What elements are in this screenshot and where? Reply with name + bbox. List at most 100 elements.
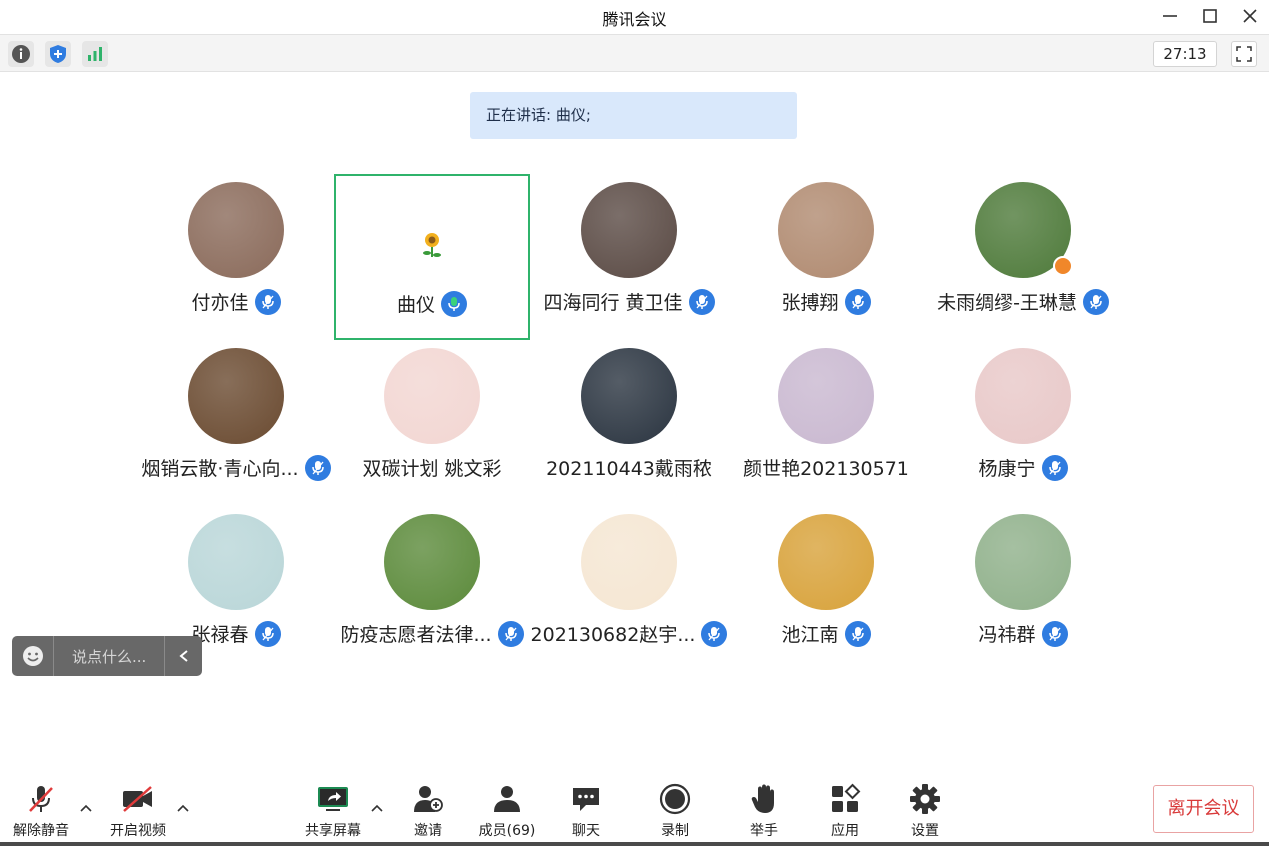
- participant-name: 张搏翔: [781, 292, 839, 314]
- mic-muted-indicator: [844, 288, 871, 315]
- invite-button[interactable]: 邀请: [393, 782, 463, 840]
- shield-icon: [50, 45, 66, 63]
- collapse-chat-button[interactable]: [164, 636, 202, 676]
- participant-tile[interactable]: 池江南: [728, 506, 924, 672]
- minimize-button[interactable]: [1157, 4, 1183, 28]
- mic-icon: [261, 626, 274, 641]
- video-options-caret[interactable]: [175, 800, 191, 816]
- participant-tile[interactable]: 202130682赵宇...: [530, 506, 728, 672]
- audio-options-caret[interactable]: [78, 800, 94, 816]
- mic-icon: [1048, 626, 1061, 641]
- participant-name: 曲仪: [396, 294, 435, 316]
- participant-tile[interactable]: 冯祎群: [925, 506, 1121, 672]
- participant-tile[interactable]: 四海同行 黄卫佳: [531, 174, 727, 340]
- maximize-button[interactable]: [1197, 4, 1223, 28]
- apps-label: 应用: [831, 823, 859, 839]
- share-screen-button[interactable]: 共享屏幕: [298, 782, 368, 840]
- invite-label: 邀请: [414, 823, 442, 839]
- record-button[interactable]: 录制: [640, 782, 710, 840]
- avatar: [188, 348, 284, 444]
- participant-tile[interactable]: 张搏翔: [728, 174, 924, 340]
- mic-muted-indicator: [254, 620, 281, 647]
- avatar: [581, 348, 677, 444]
- avatar: [581, 514, 677, 610]
- participant-tile[interactable]: 未雨绸缪-王琳慧: [925, 174, 1121, 340]
- participant-tile[interactable]: 曲仪: [334, 174, 530, 340]
- add-person-icon: [414, 786, 443, 812]
- network-quality-button[interactable]: [82, 41, 108, 67]
- avatar: [384, 514, 480, 610]
- smile-icon: [22, 646, 43, 666]
- leave-meeting-button[interactable]: 离开会议: [1153, 785, 1254, 833]
- settings-label: 设置: [911, 823, 939, 839]
- close-icon: [1243, 9, 1257, 23]
- avatar: [188, 514, 284, 610]
- chevron-up-icon: [80, 804, 92, 812]
- meeting-info-button[interactable]: [8, 41, 34, 67]
- hand-icon: [751, 784, 774, 813]
- participant-name: 202130682赵宇...: [530, 624, 696, 646]
- participant-name-row: 杨康宁: [895, 454, 1151, 481]
- mic-icon: [1090, 294, 1102, 309]
- chat-placeholder[interactable]: 说点什么...: [54, 646, 164, 667]
- avatar: [188, 182, 284, 278]
- avatar: [778, 182, 874, 278]
- record-label: 录制: [661, 823, 689, 839]
- raise-hand-button[interactable]: 举手: [729, 782, 799, 840]
- emoji-button[interactable]: [12, 636, 54, 676]
- participant-name-row: 冯祎群: [895, 620, 1151, 647]
- mic-muted-indicator: [254, 288, 281, 315]
- chat-label: 聊天: [572, 823, 600, 839]
- avatar: [778, 348, 874, 444]
- settings-button[interactable]: 设置: [890, 782, 960, 840]
- participant-name: 防疫志愿者法律...: [340, 624, 492, 646]
- speaking-indicator: 正在讲话: 曲仪;: [470, 92, 797, 139]
- start-video-label: 开启视频: [110, 823, 166, 839]
- chevron-left-icon: [178, 650, 188, 662]
- participant-name: 烟销云散·青心向...: [141, 458, 299, 480]
- chat-button[interactable]: 聊天: [551, 782, 621, 840]
- minimize-icon: [1163, 15, 1177, 17]
- host-badge: [1053, 256, 1073, 276]
- taskbar-edge: [0, 842, 1269, 846]
- close-button[interactable]: [1237, 4, 1263, 28]
- mic-icon: [261, 294, 274, 309]
- chevron-up-icon: [177, 804, 189, 812]
- share-options-caret[interactable]: [369, 800, 385, 816]
- avatar: [975, 348, 1071, 444]
- info-icon: [12, 45, 30, 63]
- participant-tile[interactable]: 202110443戴雨秾: [531, 340, 727, 506]
- raise-hand-label: 举手: [750, 823, 778, 839]
- members-label: 成员(69): [478, 823, 536, 839]
- participant-tile[interactable]: 付亦佳: [138, 174, 334, 340]
- participant-tile[interactable]: 颜世艳202130571: [728, 340, 924, 506]
- window-title: 腾讯会议: [602, 10, 667, 29]
- unmute-button[interactable]: 解除静音: [6, 782, 76, 840]
- chat-input-bar[interactable]: 说点什么...: [12, 636, 202, 676]
- avatar: [581, 182, 677, 278]
- sunflower-icon: [423, 233, 441, 257]
- apps-icon: [832, 783, 861, 812]
- security-button[interactable]: [45, 41, 71, 67]
- participant-tile[interactable]: 烟销云散·青心向...: [138, 340, 334, 506]
- participant-name: 池江南: [781, 624, 839, 646]
- participant-tile[interactable]: 杨康宁: [925, 340, 1121, 506]
- members-button[interactable]: 成员(69): [472, 782, 542, 840]
- title-bar: 腾讯会议: [0, 0, 1269, 34]
- mic-icon: [851, 294, 864, 309]
- apps-button[interactable]: 应用: [810, 782, 880, 840]
- participant-tile[interactable]: 双碳计划 姚文彩: [334, 340, 530, 506]
- mic-muted-indicator: [844, 620, 871, 647]
- participant-tile[interactable]: 防疫志愿者法律...: [334, 506, 530, 672]
- participant-name: 四海同行 黄卫佳: [543, 292, 683, 314]
- share-screen-icon: [318, 787, 348, 811]
- mic-speaking-indicator: [441, 290, 467, 317]
- start-video-button[interactable]: 开启视频: [103, 782, 173, 840]
- gear-icon: [910, 784, 940, 814]
- video-off-icon: [123, 786, 152, 812]
- unmute-label: 解除静音: [13, 823, 69, 839]
- meeting-toolbar: 解除静音 开启视频 共享屏幕 邀请 成员(69) 聊天 录制 举手 应用 设置: [0, 772, 1269, 846]
- fullscreen-button[interactable]: [1231, 41, 1257, 67]
- participant-name: 杨康宁: [978, 458, 1036, 480]
- maximize-icon: [1203, 9, 1217, 23]
